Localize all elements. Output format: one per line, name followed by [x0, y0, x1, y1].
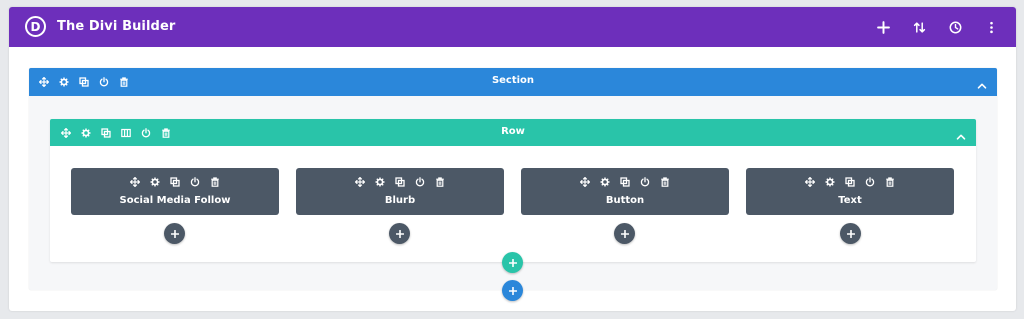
divi-logo: D [25, 16, 46, 37]
plus-icon [170, 229, 179, 238]
module-toolbar [521, 176, 729, 187]
plus-icon [508, 258, 517, 267]
module-toolbar [746, 176, 954, 187]
module-toolbar [296, 176, 504, 187]
module-card[interactable]: Social Media Follow [71, 168, 279, 215]
move-icon[interactable] [355, 176, 366, 187]
settings-gear-icon[interactable] [600, 176, 611, 187]
module-toolbar [71, 176, 279, 187]
plus-icon [620, 229, 629, 238]
trash-icon[interactable] [210, 176, 221, 187]
header-actions [874, 18, 1000, 36]
row-header[interactable]: Row [50, 119, 976, 146]
duplicate-icon[interactable] [395, 176, 406, 187]
more-vertical-icon[interactable] [982, 18, 1000, 36]
row-label: Row [501, 126, 525, 137]
duplicate-icon[interactable] [620, 176, 631, 187]
move-icon[interactable] [805, 176, 816, 187]
settings-gear-icon[interactable] [150, 176, 161, 187]
duplicate-icon[interactable] [170, 176, 181, 187]
module-label: Social Media Follow [119, 195, 231, 206]
section-header[interactable]: Section [29, 68, 997, 96]
module-label: Blurb [384, 195, 416, 206]
builder-header: D The Divi Builder [9, 7, 1016, 47]
settings-gear-icon[interactable] [375, 176, 386, 187]
add-module-button[interactable] [840, 223, 861, 244]
power-toggle-icon[interactable] [865, 176, 876, 187]
duplicate-icon[interactable] [845, 176, 856, 187]
sort-arrows-icon[interactable] [910, 18, 928, 36]
plus-icon [395, 229, 404, 238]
add-row-button[interactable] [502, 252, 523, 273]
power-toggle-icon[interactable] [190, 176, 201, 187]
trash-icon[interactable] [435, 176, 446, 187]
chevron-up-icon[interactable] [956, 127, 967, 140]
trash-icon[interactable] [660, 176, 671, 187]
chevron-up-icon[interactable] [977, 76, 988, 89]
add-section-button[interactable] [502, 280, 523, 301]
add-module-button[interactable] [164, 223, 185, 244]
module-label: Text [838, 195, 862, 206]
module-label: Button [605, 195, 645, 206]
add-icon[interactable] [874, 18, 892, 36]
history-clock-icon[interactable] [946, 18, 964, 36]
module-card[interactable]: Blurb [296, 168, 504, 215]
module-card[interactable]: Button [521, 168, 729, 215]
trash-icon[interactable] [885, 176, 896, 187]
power-toggle-icon[interactable] [640, 176, 651, 187]
app-title: The Divi Builder [57, 19, 176, 34]
move-icon[interactable] [130, 176, 141, 187]
move-icon[interactable] [580, 176, 591, 187]
plus-icon [846, 229, 855, 238]
plus-icon [508, 286, 517, 295]
power-toggle-icon[interactable] [415, 176, 426, 187]
add-module-button[interactable] [614, 223, 635, 244]
module-card[interactable]: Text [746, 168, 954, 215]
add-module-button[interactable] [389, 223, 410, 244]
settings-gear-icon[interactable] [825, 176, 836, 187]
section-label: Section [491, 75, 535, 86]
